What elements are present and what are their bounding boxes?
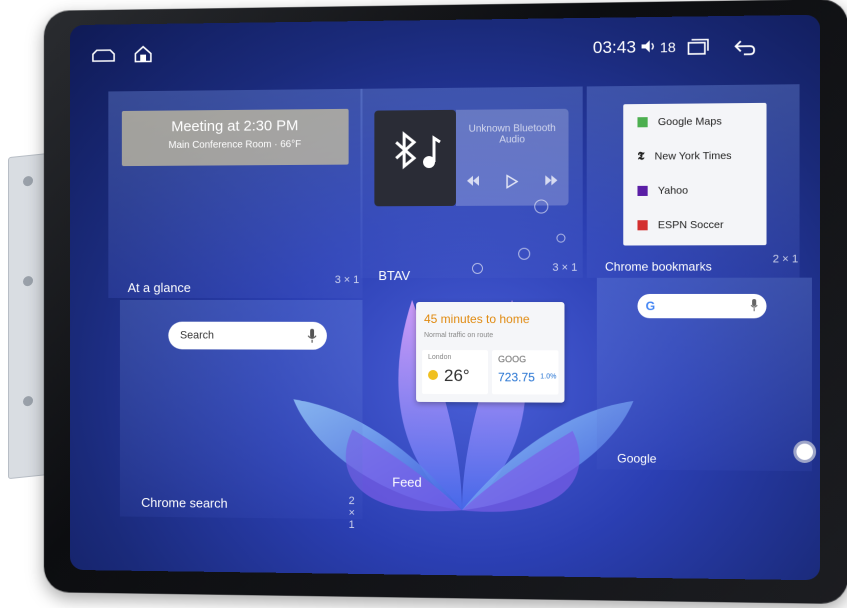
bookmark-label: Yahoo xyxy=(658,185,688,197)
bracket-hole xyxy=(23,276,33,287)
multi-window-icon[interactable] xyxy=(686,39,709,61)
tile-label-google: Google xyxy=(617,451,656,465)
bubble-decoration xyxy=(534,199,548,213)
bubble-decoration xyxy=(556,234,565,243)
media-info: Unknown Bluetooth Audio xyxy=(456,109,569,206)
search-placeholder: Search xyxy=(180,330,214,342)
microphone-icon[interactable] xyxy=(307,328,317,347)
volume-level: 18 xyxy=(660,39,676,55)
google-search-bar[interactable]: G xyxy=(637,294,766,318)
stock-card[interactable]: GOOG 723.75 1.0% xyxy=(492,350,558,394)
tile-size: 3 × 1 xyxy=(552,262,577,274)
sun-icon xyxy=(428,370,438,380)
media-title: Unknown Bluetooth Audio xyxy=(456,123,569,146)
bookmark-label: New York Times xyxy=(655,150,732,163)
bracket-hole xyxy=(23,396,33,407)
traffic-text: 45 minutes to home xyxy=(424,312,530,326)
tile-label-chrome-search: Chrome search xyxy=(141,495,227,511)
bookmark-item[interactable]: Yahoo xyxy=(637,181,688,201)
bookmark-item[interactable]: 𝕿 New York Times xyxy=(637,146,731,167)
search-bar[interactable]: Search xyxy=(168,322,327,350)
feed-card[interactable]: 45 minutes to home Normal traffic on rou… xyxy=(416,302,564,403)
maps-icon xyxy=(637,117,647,127)
stock-change: 1.0% xyxy=(540,373,556,380)
play-icon[interactable] xyxy=(506,175,518,192)
bookmarks-list: Google Maps 𝕿 New York Times Yahoo ESPN S… xyxy=(623,103,766,246)
meeting-subtitle: Main Conference Room · 66°F xyxy=(122,139,349,152)
weather-temp: 26° xyxy=(444,366,470,386)
bluetooth-album-art xyxy=(374,110,456,206)
tile-label-feed: Feed xyxy=(392,475,421,490)
yahoo-icon xyxy=(637,186,647,196)
tile-size: 3 × 1 xyxy=(335,274,359,286)
weather-city: London xyxy=(428,354,451,361)
traffic-subtitle: Normal traffic on route xyxy=(424,332,493,339)
bluetooth-music-icon xyxy=(374,110,456,206)
tile-label-at-a-glance: At a glance xyxy=(128,280,191,295)
tile-chrome-bookmarks[interactable]: Google Maps 𝕿 New York Times Yahoo ESPN S… xyxy=(587,84,800,278)
nyt-icon: 𝕿 xyxy=(637,149,644,163)
tile-size: 2 × 1 xyxy=(349,495,363,531)
tile-btav[interactable]: Unknown Bluetooth Audio BTAV 3 × 1 xyxy=(360,86,582,278)
bookmark-item[interactable]: Google Maps xyxy=(637,111,721,132)
assistant-button-icon[interactable] xyxy=(793,440,816,463)
bookmark-label: ESPN Soccer xyxy=(658,219,724,231)
tile-at-a-glance[interactable]: Meeting at 2:30 PM Main Conference Room … xyxy=(108,89,362,298)
tile-google[interactable]: G Google xyxy=(597,278,812,472)
traffic-title: 45 minutes to home xyxy=(424,312,530,326)
bubble-decoration xyxy=(518,248,530,260)
stock-symbol: GOOG xyxy=(498,354,526,364)
espn-icon xyxy=(637,220,647,230)
meeting-card[interactable]: Meeting at 2:30 PM Main Conference Room … xyxy=(122,109,349,166)
tile-size: 2 × 1 xyxy=(773,253,799,265)
meeting-title: Meeting at 2:30 PM xyxy=(122,117,349,136)
back-icon[interactable] xyxy=(734,38,757,62)
bubble-decoration xyxy=(472,263,483,274)
clock: 03:43 xyxy=(593,37,636,58)
status-bar: 03:43 18 xyxy=(70,15,820,86)
home-icon[interactable] xyxy=(133,44,152,69)
tile-label-btav: BTAV xyxy=(378,268,410,283)
volume-icon[interactable] xyxy=(640,37,658,60)
weather-card[interactable]: London 26° xyxy=(422,350,488,394)
stock-price: 723.75 xyxy=(498,370,535,384)
bracket-hole xyxy=(23,176,33,187)
tile-label-bookmarks: Chrome bookmarks xyxy=(605,259,712,273)
next-track-icon[interactable] xyxy=(544,174,558,191)
previous-track-icon[interactable] xyxy=(466,175,480,192)
tile-chrome-search[interactable]: Search Chrome search 2 × 1 xyxy=(120,300,363,519)
google-g-icon: G xyxy=(646,299,656,313)
head-unit-screen: 03:43 18 Meeting at 2:30 PM Main Confere… xyxy=(70,15,820,581)
microphone-icon[interactable] xyxy=(750,298,758,315)
bookmark-label: Google Maps xyxy=(658,115,722,128)
bookmark-item[interactable]: ESPN Soccer xyxy=(637,215,723,236)
recent-apps-icon[interactable] xyxy=(91,46,116,69)
